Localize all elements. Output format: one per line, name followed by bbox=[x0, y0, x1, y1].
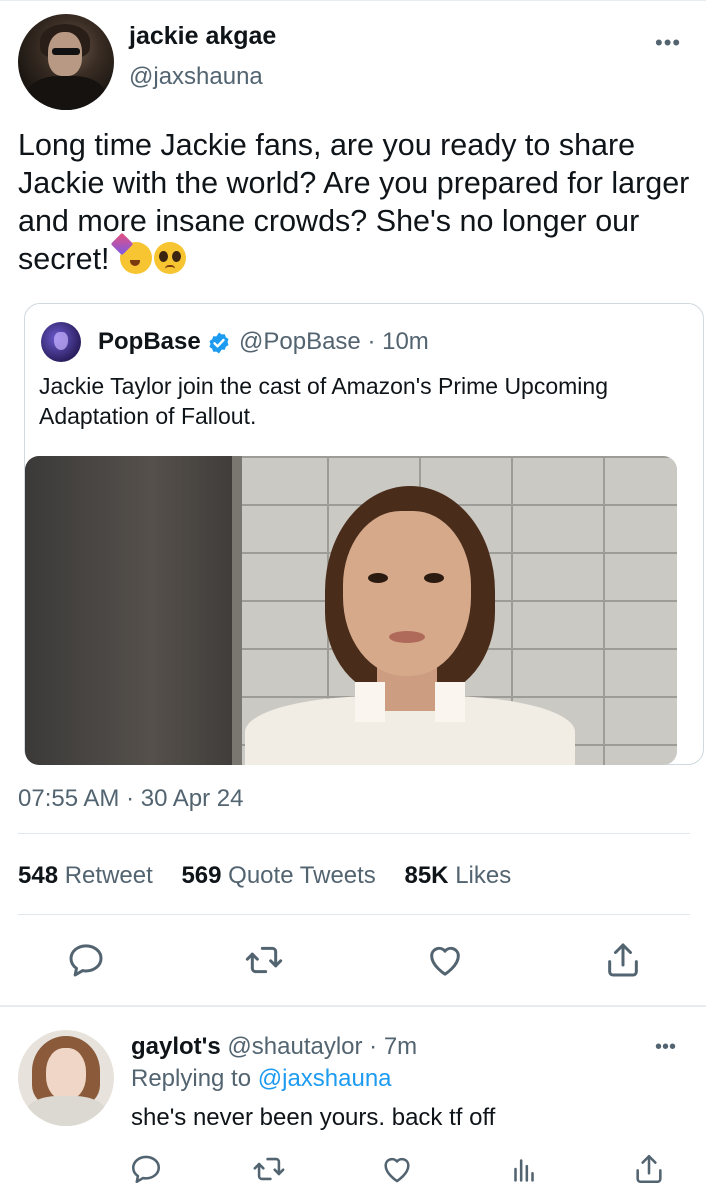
reply-author-meta: @shautaylor · 7m bbox=[227, 1033, 418, 1060]
divider bbox=[18, 833, 690, 834]
pleading-face-emoji-icon bbox=[154, 242, 187, 274]
reply-like-heart-icon[interactable] bbox=[380, 1152, 414, 1186]
author-name[interactable]: jackie akgae bbox=[129, 22, 276, 51]
more-options-icon[interactable]: ••• bbox=[655, 30, 681, 56]
quoted-author-name[interactable]: PopBase bbox=[98, 328, 201, 356]
likes-label: Likes bbox=[455, 862, 512, 889]
replying-to: Replying to @jaxshauna bbox=[131, 1065, 392, 1093]
section-divider bbox=[0, 1005, 706, 1007]
divider bbox=[18, 914, 690, 915]
quoted-tweet-card[interactable]: PopBase @PopBase · 10m Jackie Taylor joi… bbox=[24, 303, 704, 765]
reply-retweet-icon[interactable] bbox=[252, 1152, 286, 1186]
tweet-stats: 548 Retweet 569 Quote Tweets 85K Likes bbox=[18, 862, 533, 890]
partying-face-emoji-icon bbox=[120, 242, 153, 274]
retweet-icon[interactable] bbox=[244, 940, 284, 980]
quoted-author-avatar[interactable] bbox=[41, 322, 81, 362]
quote-tweets-count: 569 bbox=[181, 862, 222, 889]
retweets-count: 548 bbox=[18, 862, 59, 889]
retweets-label: Retweet bbox=[64, 862, 153, 889]
verified-badge-icon bbox=[209, 332, 229, 354]
like-heart-icon[interactable] bbox=[425, 940, 465, 980]
reply-more-options-icon[interactable]: ••• bbox=[655, 1036, 676, 1059]
reply-author-avatar[interactable] bbox=[18, 1030, 114, 1126]
likes-count: 85K bbox=[404, 862, 449, 889]
reply-reply-icon[interactable] bbox=[129, 1152, 163, 1186]
tweet-timestamp[interactable]: 07:55 AM · 30 Apr 24 bbox=[18, 785, 243, 813]
reply-icon[interactable] bbox=[66, 940, 106, 980]
author-handle[interactable]: @jaxshauna bbox=[129, 63, 263, 91]
likes-stat[interactable]: 85K Likes bbox=[404, 862, 511, 889]
share-icon[interactable] bbox=[603, 940, 643, 980]
reply-author-name[interactable]: gaylot's bbox=[131, 1033, 221, 1060]
quote-tweets-stat[interactable]: 569 Quote Tweets bbox=[181, 862, 375, 889]
reply-header: gaylot's @shautaylor · 7m bbox=[131, 1033, 417, 1061]
reply-analytics-icon[interactable] bbox=[507, 1152, 541, 1186]
reply-text: she's never been yours. back tf off bbox=[131, 1104, 496, 1131]
quote-tweets-label: Quote Tweets bbox=[228, 862, 376, 889]
retweets-stat[interactable]: 548 Retweet bbox=[18, 862, 153, 889]
author-avatar[interactable] bbox=[18, 14, 114, 110]
tweet-body: Long time Jackie fans, are you ready to … bbox=[18, 128, 690, 276]
quoted-author-meta: @PopBase · 10m bbox=[239, 328, 429, 355]
quoted-tweet-photo[interactable] bbox=[25, 456, 677, 765]
top-divider bbox=[0, 0, 706, 1]
replying-to-prefix: Replying to bbox=[131, 1065, 252, 1092]
tweet-text: Long time Jackie fans, are you ready to … bbox=[18, 126, 698, 278]
quoted-tweet-text: Jackie Taylor join the cast of Amazon's … bbox=[39, 373, 608, 429]
reply-share-icon[interactable] bbox=[632, 1152, 666, 1186]
replying-to-handle[interactable]: @jaxshauna bbox=[258, 1065, 392, 1092]
